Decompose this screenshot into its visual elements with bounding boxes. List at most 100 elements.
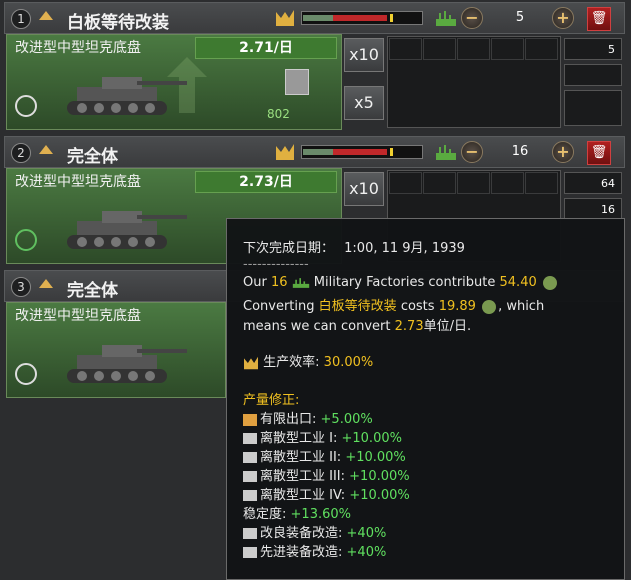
modifier-label: 离散型工业 II: <box>260 450 342 465</box>
line-body[interactable]: 改进型中型坦克底盘 2.71/日 802 <box>6 34 342 130</box>
factory-cell <box>389 172 422 194</box>
modifier-row: 离散型工业 III: +10.00% <box>243 465 410 484</box>
modifier-label: 改良装备改造: <box>260 526 343 541</box>
production-line-1[interactable]: 1 白板等待改装 − 5 + 🗑 改进型中型坦克底盘 2.71/日 802 x1… <box>4 2 625 130</box>
modifier-label: 离散型工业 I: <box>260 431 338 446</box>
efficiency-label: 生产效率: <box>263 355 320 370</box>
x5-button[interactable]: x5 <box>344 86 384 120</box>
production-rate: 2.71/日 <box>195 37 337 59</box>
move-up-arrow-icon[interactable] <box>39 279 53 288</box>
book-icon <box>243 490 257 501</box>
modifier-label: 先进装备改造: <box>260 545 343 560</box>
text-our: Our <box>243 275 267 290</box>
production-tooltip: 下次完成日期： 1:00, 11 9月, 1939 --------------… <box>226 218 625 580</box>
delete-line-button[interactable]: 🗑 <box>587 7 611 31</box>
modifier-value: +10.00% <box>345 450 406 465</box>
move-up-arrow-icon[interactable] <box>39 11 53 20</box>
efficiency-icon <box>244 356 258 369</box>
converting-name: 白板等待改装 <box>318 299 397 314</box>
book-icon <box>243 452 257 463</box>
cost-value: 19.89 <box>438 299 476 314</box>
modifier-label: 有限出口: <box>260 412 317 427</box>
tank-chassis-image <box>67 211 187 249</box>
tank-chassis-image <box>67 77 187 115</box>
book-icon <box>243 528 257 539</box>
factory-cell <box>423 38 456 60</box>
line-number: 3 <box>11 277 31 297</box>
text-contribute: Military Factories contribute <box>313 275 496 290</box>
tank-chassis-image <box>67 345 187 383</box>
means-line: means we can convert 2.73单位/日. <box>243 315 471 334</box>
text-converting: Converting <box>243 299 315 314</box>
license-badge-icon <box>285 69 309 95</box>
modifier-value: +5.00% <box>320 412 373 427</box>
modifier-row: 离散型工业 I: +10.00% <box>243 427 402 446</box>
production-ic-icon <box>482 299 497 314</box>
upgrade-icon[interactable] <box>15 95 37 117</box>
remove-factory-button[interactable]: − <box>461 141 483 163</box>
line-number: 2 <box>11 143 31 163</box>
modifier-value: +13.60% <box>290 507 351 522</box>
efficiency-bar <box>301 11 423 25</box>
factory-cell <box>525 38 558 60</box>
book-icon <box>243 547 257 558</box>
modifier-row: 先进装备改造: +40% <box>243 541 386 560</box>
move-up-arrow-icon[interactable] <box>39 145 53 154</box>
modifier-label: 稳定度: <box>243 507 287 522</box>
delete-line-button[interactable]: 🗑 <box>587 141 611 165</box>
modifier-value: +40% <box>346 545 387 560</box>
resource-slot: 5 <box>564 38 622 60</box>
book-icon <box>243 471 257 482</box>
upgrade-icon[interactable] <box>15 363 37 385</box>
factory-cell <box>491 172 524 194</box>
modifier-label: 离散型工业 IV: <box>260 488 346 503</box>
equipment-name: 改进型中型坦克底盘 <box>15 40 141 56</box>
line-body[interactable]: 改进型中型坦克底盘 <box>6 302 226 398</box>
line-title: 完全体 <box>67 281 118 301</box>
factory-cell <box>457 38 490 60</box>
modifier-row: 稳定度: +13.60% <box>243 503 351 522</box>
resource-slot-empty <box>564 64 622 86</box>
efficiency-value: 30.00% <box>323 355 374 370</box>
factory-cell <box>457 172 490 194</box>
completion-label: 下次完成日期： <box>243 241 335 256</box>
add-factory-button[interactable]: + <box>552 141 574 163</box>
converting-line: Converting 白板等待改装 costs 19.89 , which <box>243 295 544 314</box>
remove-factory-button[interactable]: − <box>461 7 483 29</box>
resource-count: 16 <box>601 203 615 216</box>
add-factory-button[interactable]: + <box>552 7 574 29</box>
efficiency-icon <box>276 144 294 160</box>
factory-cell <box>491 38 524 60</box>
modifier-value: +10.00% <box>349 469 410 484</box>
text-which: , which <box>498 299 545 314</box>
separator: -------------- <box>243 257 309 272</box>
modifier-row: 离散型工业 IV: +10.00% <box>243 484 410 503</box>
efficiency-icon <box>276 10 294 26</box>
modifier-value: +10.00% <box>349 488 410 503</box>
book-icon <box>243 433 257 444</box>
resource-slot-empty <box>564 90 622 126</box>
factory-count-value: 16 <box>270 275 288 290</box>
line-number: 1 <box>11 9 31 29</box>
resource-slot: 64 <box>564 172 622 194</box>
resource-count: 64 <box>601 177 615 190</box>
contribution-line: Our 16 Military Factories contribute 54.… <box>243 275 559 290</box>
temple-icon <box>243 413 257 426</box>
factory-cell <box>389 38 422 60</box>
equipment-name: 改进型中型坦克底盘 <box>15 174 141 190</box>
factory-cell <box>525 172 558 194</box>
factory-cell <box>423 172 456 194</box>
modifier-value: +10.00% <box>341 431 402 446</box>
stockpile-count: 802 <box>267 107 290 121</box>
military-factory-icon <box>292 277 309 288</box>
efficiency-bar <box>301 145 423 159</box>
upgrade-check-icon[interactable] <box>15 229 37 251</box>
x10-button[interactable]: x10 <box>344 38 384 72</box>
x10-button[interactable]: x10 <box>344 172 384 206</box>
factory-icon <box>436 11 456 26</box>
modifier-row: 离散型工业 II: +10.00% <box>243 446 406 465</box>
resource-slot: 16 <box>564 198 622 220</box>
modifiers-header: 产量修正: <box>243 393 300 408</box>
modifier-row: 改良装备改造: +40% <box>243 522 386 541</box>
completion-date: 1:00, 11 9月, 1939 <box>344 241 465 256</box>
